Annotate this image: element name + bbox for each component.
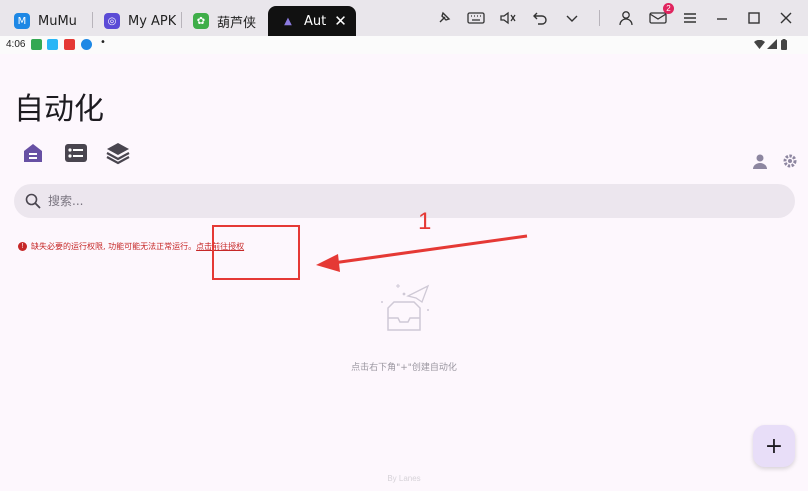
warning-text: 缺失必要的运行权限, 功能可能无法正常运行。 <box>31 242 197 251</box>
menu-icon[interactable] <box>680 8 700 28</box>
settings-gear-icon[interactable] <box>781 152 799 170</box>
annotation-highlight-box <box>212 225 300 280</box>
tab-divider <box>181 12 182 28</box>
minimize-icon[interactable] <box>712 8 732 28</box>
tab-divider <box>92 12 93 28</box>
tab-huluxia[interactable]: ✿ 葫芦侠 <box>193 6 263 36</box>
list-tab-icon[interactable] <box>63 140 89 166</box>
notification-app-icon <box>31 39 42 50</box>
maximize-icon[interactable] <box>744 8 764 28</box>
layers-tab-icon[interactable] <box>105 140 131 166</box>
tab-mumu[interactable]: M MuMu <box>14 6 94 36</box>
search-icon <box>25 193 41 209</box>
tab-my-apk[interactable]: ◎ My APK <box>104 6 184 36</box>
home-tab-icon[interactable] <box>20 140 46 166</box>
emulator-tab-bar: M MuMu ◎ My APK ✿ 葫芦侠 ▲ Aut ✕ 2 <box>0 0 808 36</box>
autojs-icon: ▲ <box>284 15 292 27</box>
status-time: 4:06 <box>6 39 26 50</box>
mute-icon[interactable] <box>498 8 518 28</box>
page-title: 自动化 <box>14 92 104 127</box>
toolbar-divider <box>599 10 600 26</box>
back-icon[interactable] <box>530 8 550 28</box>
footer-credit: By Lanes <box>387 474 421 483</box>
empty-state-text: 点击右下角"+"创建自动化 <box>351 363 457 373</box>
tab-label: My APK <box>128 13 177 29</box>
chevron-down-icon[interactable] <box>562 8 582 28</box>
notification-app-icon <box>81 39 92 50</box>
more-notifications-icon: • <box>100 37 106 48</box>
notification-app-icon <box>47 39 58 50</box>
tab-autojs[interactable]: ▲ Aut ✕ <box>268 6 356 36</box>
mail-badge: 2 <box>663 3 674 14</box>
battery-icon <box>781 39 787 50</box>
plus-icon: + <box>764 433 784 459</box>
signal-icon <box>767 39 777 49</box>
tab-label: Aut <box>304 13 327 29</box>
close-window-icon[interactable] <box>776 8 796 28</box>
wifi-icon <box>754 40 765 49</box>
close-tab-icon[interactable]: ✕ <box>334 12 347 30</box>
empty-inbox-illustration <box>381 284 430 331</box>
my-apk-icon: ◎ <box>104 13 120 29</box>
error-icon: ! <box>18 242 27 251</box>
user-icon[interactable] <box>751 152 769 170</box>
account-icon[interactable] <box>616 8 636 28</box>
annotation-number: 1 <box>418 208 432 235</box>
search-bar[interactable] <box>14 184 795 218</box>
pin-icon[interactable] <box>434 8 454 28</box>
permission-warning: ! 缺失必要的运行权限, 功能可能无法正常运行。 点击前往授权 <box>18 241 244 252</box>
keyboard-icon[interactable] <box>466 8 486 28</box>
tab-label: 葫芦侠 <box>217 15 257 31</box>
huluxia-icon: ✿ <box>193 13 209 29</box>
notification-app-icon <box>64 39 75 50</box>
tab-label: MuMu <box>38 13 77 29</box>
mumu-icon: M <box>14 13 30 29</box>
search-input[interactable] <box>48 194 748 208</box>
android-status-bar: 4:06 • <box>0 36 808 54</box>
add-automation-button[interactable]: + <box>753 425 795 467</box>
